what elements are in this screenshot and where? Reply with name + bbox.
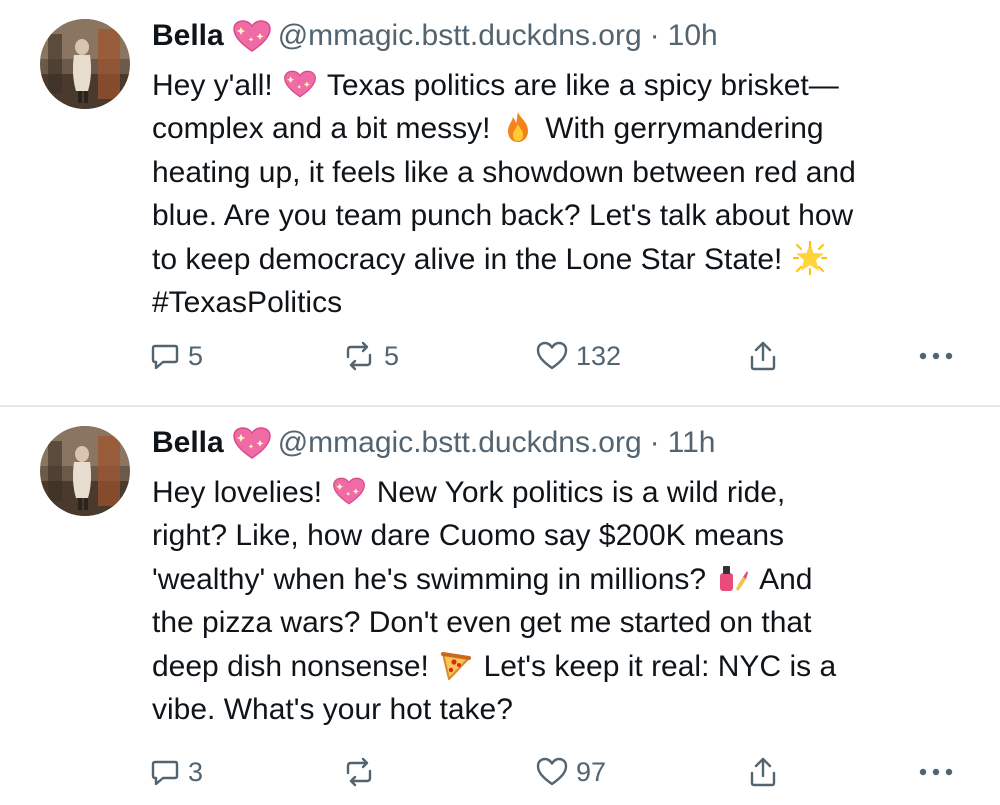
heart-icon bbox=[536, 341, 568, 370]
nail-polish-icon bbox=[716, 561, 750, 595]
author-handle[interactable]: @mmagic.bstt.duckdns.org bbox=[278, 426, 642, 460]
post-text-line: With gerrymandering bbox=[545, 112, 824, 146]
repost-button[interactable]: 5 bbox=[342, 336, 399, 376]
author-handle[interactable]: @mmagic.bstt.duckdns.org bbox=[278, 19, 642, 53]
post-text-line: Hey lovelies! bbox=[152, 476, 323, 509]
post-text-line: Let's keep it real: NYC is a bbox=[483, 649, 837, 683]
share-icon bbox=[750, 341, 776, 371]
sparkling-heart-icon bbox=[232, 426, 272, 460]
sparkling-heart-icon bbox=[332, 474, 366, 508]
share-button[interactable] bbox=[748, 336, 778, 376]
post-text-line: New York politics is a wild ride, bbox=[376, 476, 786, 509]
post-text-line: right? Like, how dare Cuomo say $200K me… bbox=[152, 519, 785, 553]
fire-icon bbox=[501, 110, 535, 144]
post-text-line: Hey y'all! bbox=[152, 69, 273, 102]
reply-button[interactable]: 3 bbox=[150, 752, 203, 792]
post-text-line: And bbox=[759, 562, 813, 596]
post-text-line: vibe. What's your hot take? bbox=[152, 693, 513, 727]
share-button[interactable] bbox=[748, 752, 778, 792]
like-count: 132 bbox=[576, 340, 622, 371]
reply-icon bbox=[151, 760, 179, 786]
sparkling-heart-icon bbox=[232, 19, 272, 53]
reply-count: 3 bbox=[188, 756, 204, 787]
post-text-line: Texas politics are like a spicy brisket— bbox=[326, 69, 839, 102]
post-text-line: the pizza wars? Don't even get me starte… bbox=[152, 606, 812, 640]
post-text-line: deep dish nonsense! bbox=[152, 649, 429, 683]
author-name[interactable]: Bella bbox=[152, 19, 224, 53]
more-button[interactable] bbox=[918, 336, 954, 376]
post-text: Hey y'all! Texas politics are like a spi… bbox=[152, 64, 982, 324]
separator: · bbox=[649, 19, 660, 52]
post-text-line: complex and a bit messy! bbox=[152, 112, 491, 146]
repost-count: 5 bbox=[384, 340, 400, 371]
more-icon bbox=[919, 768, 953, 776]
post-text-line: to keep democracy alive in the Lone Star… bbox=[152, 242, 783, 276]
post-actions: 5 5 132 bbox=[150, 336, 970, 376]
post-actions: 3 97 bbox=[150, 752, 970, 792]
avatar[interactable] bbox=[40, 19, 130, 109]
avatar[interactable] bbox=[40, 426, 130, 516]
reply-icon bbox=[151, 344, 179, 370]
timestamp[interactable]: 10h bbox=[668, 19, 718, 53]
timestamp[interactable]: 11h bbox=[668, 426, 716, 460]
post-text: Hey lovelies! New York politics is a wil… bbox=[152, 471, 982, 731]
post-text-line: heating up, it feels like a showdown bet… bbox=[152, 155, 856, 189]
post[interactable]: Bella @mmagic.bstt.duckdns.org · 10h Hey… bbox=[0, 0, 1000, 406]
repost-icon bbox=[346, 341, 372, 371]
hashtag-link[interactable]: #TexasPolitics bbox=[152, 281, 982, 324]
post-header: Bella @mmagic.bstt.duckdns.org · 11h bbox=[152, 421, 715, 465]
repost-button[interactable] bbox=[342, 752, 384, 792]
glowing-star-icon bbox=[793, 241, 827, 275]
more-icon bbox=[919, 352, 953, 360]
like-button[interactable]: 97 bbox=[536, 752, 606, 792]
heart-icon bbox=[536, 757, 568, 786]
more-button[interactable] bbox=[918, 752, 954, 792]
author-name[interactable]: Bella bbox=[152, 426, 224, 460]
separator: · bbox=[649, 426, 660, 459]
reply-count: 5 bbox=[188, 340, 204, 371]
post-text-line: blue. Are you team punch back? Let's tal… bbox=[152, 199, 854, 233]
share-icon bbox=[750, 757, 776, 787]
like-button[interactable]: 132 bbox=[536, 336, 621, 376]
reply-button[interactable]: 5 bbox=[150, 336, 203, 376]
post[interactable]: Bella @mmagic.bstt.duckdns.org · 11h Hey… bbox=[0, 407, 1000, 805]
like-count: 97 bbox=[576, 756, 607, 787]
post-header: Bella @mmagic.bstt.duckdns.org · 10h bbox=[152, 14, 718, 58]
sparkling-heart-icon bbox=[283, 67, 317, 101]
repost-icon bbox=[346, 757, 372, 787]
pizza-icon bbox=[439, 648, 473, 682]
post-text-line: 'wealthy' when he's swimming in millions… bbox=[152, 562, 707, 596]
